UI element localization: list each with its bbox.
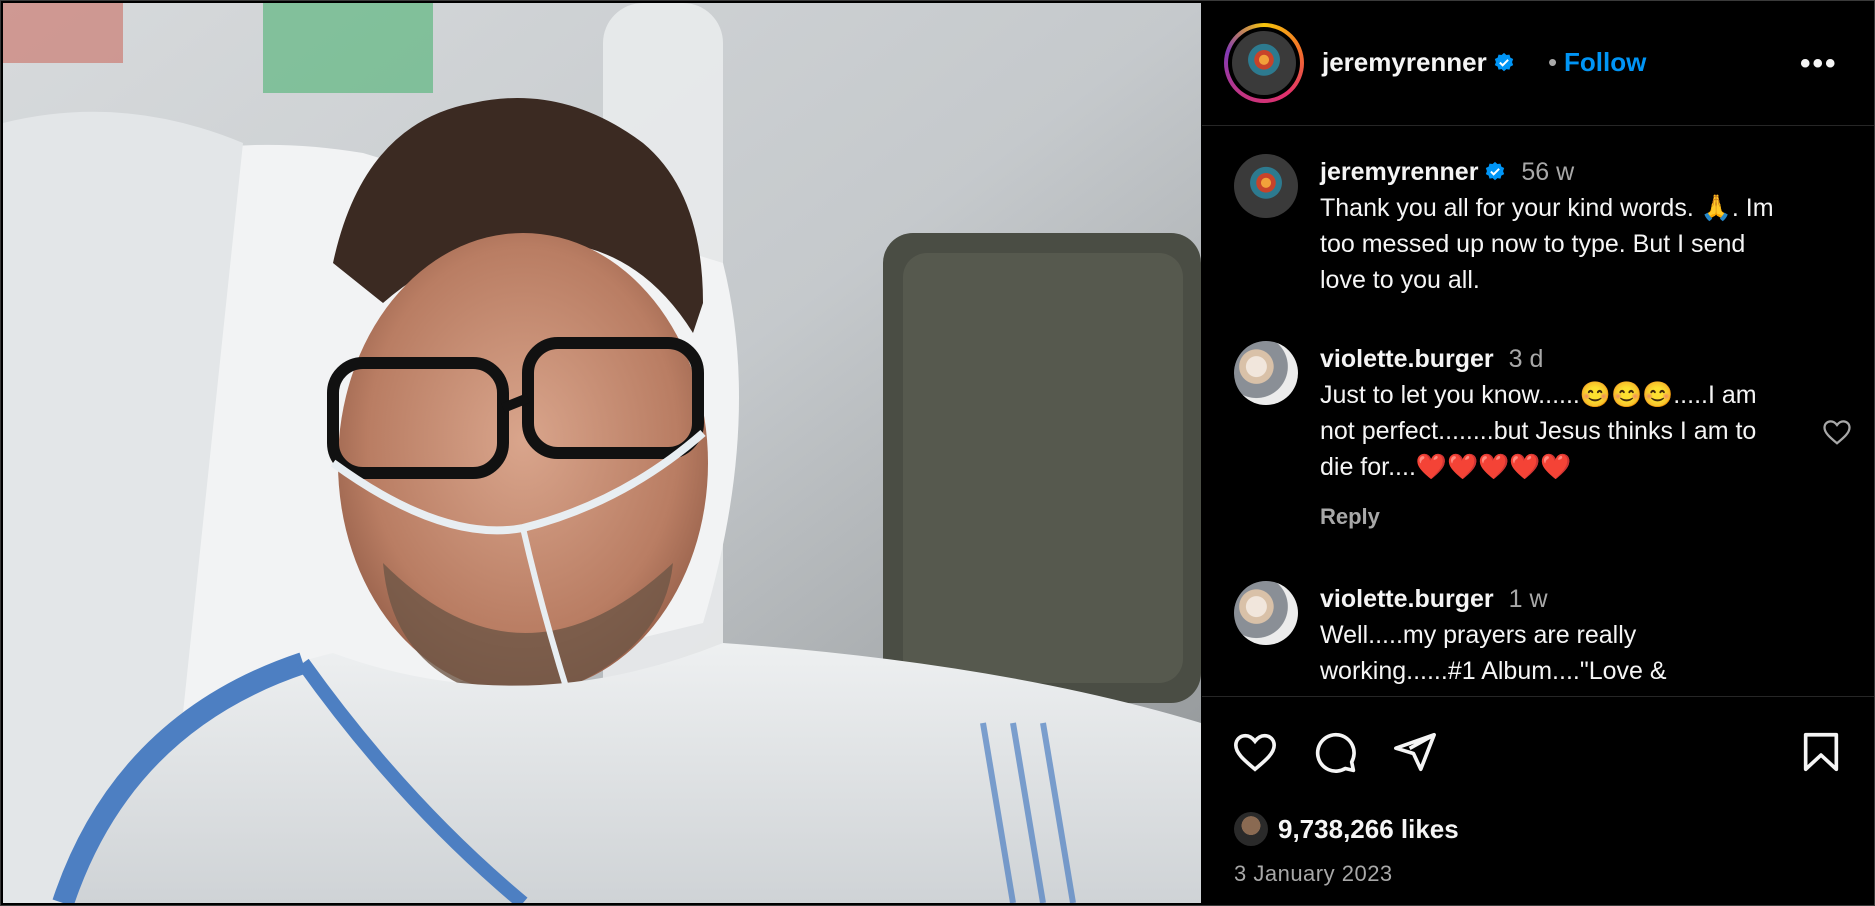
comment-body: violette.burger 1 w Well.....my prayers … bbox=[1320, 581, 1790, 689]
comment-avatar[interactable] bbox=[1234, 341, 1298, 405]
caption-time[interactable]: 56 w bbox=[1521, 158, 1574, 186]
comment-avatar[interactable] bbox=[1234, 581, 1298, 645]
comment-bubble-icon[interactable] bbox=[1312, 729, 1358, 775]
likes-count[interactable]: 9,738,266 likes bbox=[1278, 814, 1459, 845]
comment-text: Well.....my prayers are really working..… bbox=[1320, 621, 1667, 685]
comments-list[interactable]: jeremyrenner 56 w Thank you all for your… bbox=[1202, 126, 1874, 696]
avatar-frame bbox=[1228, 27, 1300, 99]
reply-button[interactable]: Reply bbox=[1320, 499, 1790, 535]
verified-badge-icon bbox=[1486, 161, 1505, 181]
caption-body: jeremyrenner 56 w Thank you all for your… bbox=[1320, 154, 1790, 298]
profile-avatar[interactable] bbox=[1232, 31, 1296, 95]
comment-username[interactable]: violette.burger bbox=[1320, 345, 1494, 373]
liker-avatar[interactable] bbox=[1234, 812, 1268, 846]
post-photo[interactable] bbox=[3, 3, 1201, 903]
comment-time[interactable]: 1 w bbox=[1509, 585, 1548, 613]
header-separator: • bbox=[1548, 47, 1558, 77]
comment-text: Just to let you know......😊😊😊.....I am n… bbox=[1320, 381, 1757, 481]
likes-row: 9,738,266 likes bbox=[1234, 809, 1459, 849]
post-side-panel: jeremyrenner • Follow ••• jeremyrenner 5… bbox=[1202, 1, 1874, 905]
story-ring[interactable] bbox=[1224, 23, 1304, 103]
comment-username[interactable]: violette.burger bbox=[1320, 585, 1494, 613]
post-header: jeremyrenner • Follow ••• bbox=[1202, 1, 1874, 126]
more-options-icon[interactable]: ••• bbox=[1800, 47, 1838, 81]
follow-button[interactable]: Follow bbox=[1564, 47, 1646, 78]
comment-like-heart-icon[interactable] bbox=[1822, 417, 1852, 447]
post-actions: 9,738,266 likes 3 January 2023 bbox=[1202, 696, 1874, 905]
paper-plane-icon[interactable] bbox=[1392, 729, 1438, 775]
bookmark-icon[interactable] bbox=[1798, 729, 1844, 775]
post-date[interactable]: 3 January 2023 bbox=[1234, 861, 1393, 887]
comment-body: violette.burger 3 d Just to let you know… bbox=[1320, 341, 1790, 535]
hospital-selfie-image bbox=[3, 3, 1201, 903]
verified-badge-icon bbox=[1494, 52, 1513, 72]
heart-icon[interactable] bbox=[1232, 729, 1278, 775]
caption-text: Thank you all for your kind words. 🙏. Im… bbox=[1320, 194, 1774, 294]
header-username[interactable]: jeremyrenner bbox=[1322, 47, 1487, 77]
caption-username[interactable]: jeremyrenner bbox=[1320, 158, 1478, 186]
instagram-post-window: jeremyrenner • Follow ••• jeremyrenner 5… bbox=[0, 0, 1875, 906]
caption-avatar[interactable] bbox=[1234, 154, 1298, 218]
comment-time[interactable]: 3 d bbox=[1509, 345, 1544, 373]
header-username-row[interactable]: jeremyrenner bbox=[1322, 47, 1515, 78]
